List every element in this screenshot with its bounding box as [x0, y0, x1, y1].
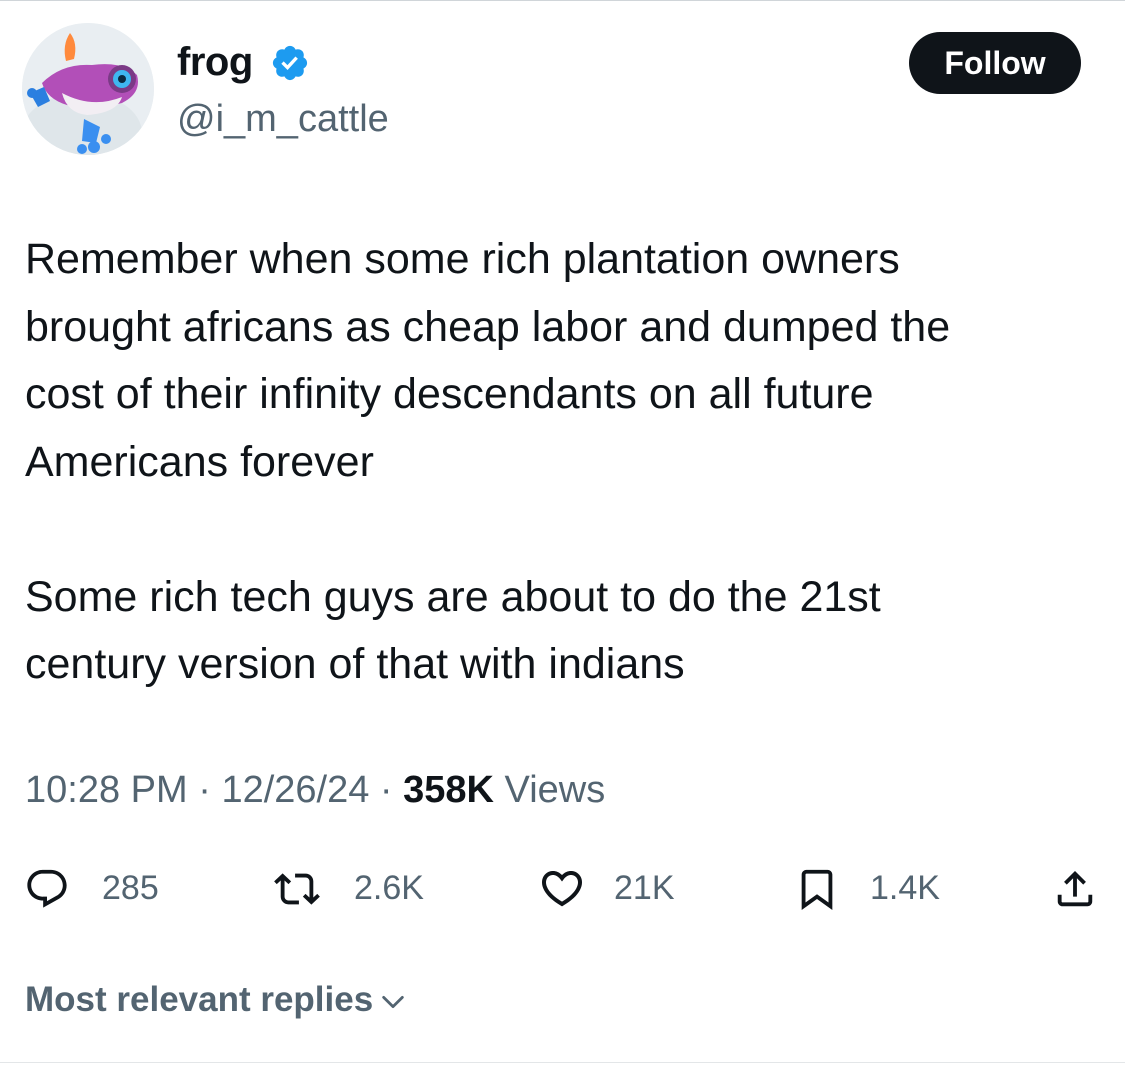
display-name[interactable]: frog: [177, 38, 253, 86]
chevron-down-icon: [382, 995, 404, 1008]
heart-icon: [541, 871, 583, 907]
bookmark-icon: [801, 869, 833, 910]
repost-icon: [274, 873, 320, 905]
tweet-line: Americans forever: [25, 437, 374, 486]
tweet-text: Remember when some rich plantation owner…: [25, 226, 1110, 699]
tweet-line: Some rich tech guys are about to do the …: [25, 572, 881, 621]
bookmark-button[interactable]: 1.4K: [794, 862, 954, 914]
like-button[interactable]: 21K: [538, 862, 688, 914]
avatar[interactable]: [22, 23, 154, 155]
tweet-time[interactable]: 10:28 PM: [25, 769, 188, 811]
bookmark-count: 1.4K: [870, 869, 940, 907]
meta-separator: ·: [379, 769, 393, 811]
like-count: 21K: [614, 869, 675, 907]
top-divider: [0, 0, 1125, 1]
tweet-line: century version of that with indians: [25, 640, 685, 688]
user-handle[interactable]: @i_m_cattle: [177, 96, 389, 142]
reply-button[interactable]: 285: [24, 862, 174, 914]
tweet-line: Remember when some rich plantation owner…: [25, 235, 900, 283]
reply-count: 285: [102, 869, 159, 907]
verified-badge-icon[interactable]: [270, 43, 310, 83]
reply-icon: [27, 869, 67, 908]
share-icon: [1057, 870, 1093, 907]
tweet-date[interactable]: 12/26/24: [221, 769, 369, 811]
repost-count: 2.6K: [354, 869, 424, 907]
meta-separator: ·: [198, 769, 211, 811]
tweet-line: brought africans as cheap labor and dump…: [25, 302, 951, 351]
views-label: Views: [504, 769, 606, 811]
follow-button[interactable]: Follow: [909, 32, 1081, 94]
repost-button[interactable]: 2.6K: [274, 862, 444, 914]
share-button[interactable]: [1052, 862, 1100, 914]
views-count[interactable]: 358K: [403, 769, 494, 811]
frog-avatar-image: [22, 23, 154, 155]
bottom-divider: [0, 1062, 1125, 1063]
replies-sort-dropdown[interactable]: Most relevant replies: [25, 974, 407, 1026]
tweet-meta: 10:28 PM · 12/26/24 · 358K Views: [25, 764, 605, 816]
tweet-line: cost of their infinity descendants on al…: [25, 370, 874, 418]
replies-sort-label: Most relevant replies: [25, 980, 374, 1019]
